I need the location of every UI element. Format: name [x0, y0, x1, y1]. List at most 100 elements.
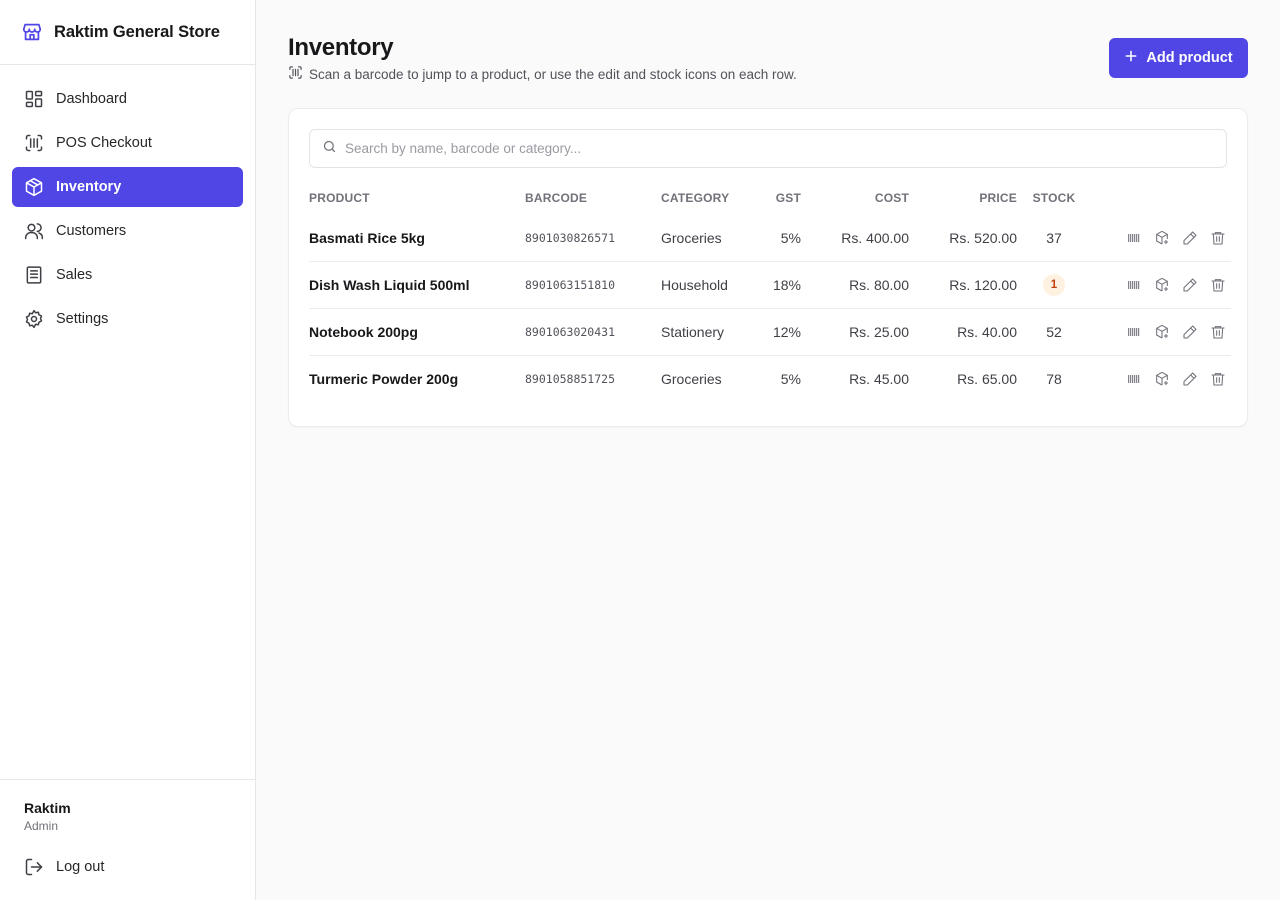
- product-gst: 18%: [765, 260, 801, 308]
- product-cost: Rs. 80.00: [801, 260, 909, 308]
- page-subtitle: Scan a barcode to jump to a product, or …: [288, 65, 797, 83]
- product-barcode: 8901063020431: [525, 307, 661, 355]
- table-row: Basmati Rice 5kg 8901030826571 Groceries…: [309, 215, 1231, 261]
- product-stock: 37: [1046, 229, 1062, 246]
- stock-adjust-icon[interactable]: [1153, 276, 1171, 294]
- page-title: Inventory: [288, 34, 394, 61]
- column-header-category[interactable]: CATEGORY: [661, 181, 765, 215]
- edit-icon[interactable]: [1181, 323, 1199, 341]
- add-product-button[interactable]: Add product: [1109, 38, 1248, 78]
- receipt-icon: [24, 265, 44, 285]
- sidebar-item-inventory[interactable]: Inventory: [12, 167, 243, 207]
- product-price: Rs. 65.00: [909, 354, 1017, 402]
- product-name: Notebook 200pg: [309, 307, 525, 355]
- product-price: Rs. 40.00: [909, 307, 1017, 355]
- sidebar-item-label: Inventory: [56, 179, 122, 195]
- stock-adjust-icon[interactable]: [1153, 323, 1171, 341]
- product-cost: Rs. 400.00: [841, 229, 909, 246]
- row-actions: [1091, 215, 1231, 261]
- plus-icon: [1124, 49, 1138, 67]
- column-header-barcode[interactable]: BARCODE: [525, 181, 661, 215]
- search-box: [309, 129, 1227, 168]
- delete-icon[interactable]: [1209, 323, 1227, 341]
- search-input[interactable]: [345, 141, 1226, 156]
- product-stock: 52: [1017, 307, 1091, 355]
- user-name: Raktim: [24, 800, 71, 816]
- product-price: Rs. 120.00: [909, 260, 1017, 308]
- product-name: Dish Wash Liquid 500ml: [309, 260, 525, 308]
- store-icon: [20, 20, 44, 44]
- product-barcode: 8901030826571: [525, 230, 616, 245]
- sidebar-nav: Dashboard POS Checkout Inventory Custome…: [0, 65, 255, 353]
- user-role: Admin: [24, 819, 59, 833]
- edit-icon[interactable]: [1181, 276, 1199, 294]
- row-actions: [1091, 354, 1231, 402]
- dashboard-icon: [24, 89, 44, 109]
- column-header-product[interactable]: PRODUCT: [309, 181, 525, 215]
- low-stock-badge: 1: [1043, 273, 1065, 296]
- product-category: Groceries: [661, 354, 765, 402]
- edit-icon[interactable]: [1181, 229, 1199, 247]
- subtitle-text: Scan a barcode to jump to a product, or …: [309, 66, 797, 82]
- row-actions: [1091, 260, 1231, 308]
- logout-button[interactable]: Log out: [24, 857, 231, 877]
- table-row: Turmeric Powder 200g 8901058851725 Groce…: [309, 354, 1231, 402]
- barcode-icon[interactable]: [1125, 370, 1143, 388]
- table-row: Notebook 200pg 8901063020431 Stationery …: [309, 307, 1231, 355]
- sidebar-item-label: POS Checkout: [56, 135, 152, 151]
- product-price: Rs. 520.00: [949, 229, 1017, 246]
- brand-header: Raktim General Store: [0, 0, 255, 65]
- column-header-price[interactable]: PRICE: [909, 181, 1017, 215]
- barcode-icon[interactable]: [1125, 276, 1143, 294]
- sidebar-item-settings[interactable]: Settings: [12, 299, 243, 339]
- product-cost: Rs. 45.00: [801, 354, 909, 402]
- main-content: Inventory Scan a barcode to jump to a pr…: [256, 0, 1280, 900]
- column-header-gst[interactable]: GST: [765, 181, 801, 215]
- product-gst: 12%: [765, 307, 801, 355]
- sidebar-item-label: Customers: [56, 223, 127, 239]
- inventory-table: PRODUCT BARCODE CATEGORY GST COST PRICE …: [309, 181, 1231, 402]
- table-row: Dish Wash Liquid 500ml 8901063151810 Hou…: [309, 260, 1231, 308]
- product-cost: Rs. 25.00: [801, 307, 909, 355]
- table-header-row: PRODUCT BARCODE CATEGORY GST COST PRICE …: [309, 181, 1231, 215]
- scan-icon: [288, 65, 303, 83]
- product-barcode: 8901058851725: [525, 354, 661, 402]
- sidebar-item-label: Dashboard: [56, 91, 127, 107]
- logout-label: Log out: [56, 859, 105, 875]
- delete-icon[interactable]: [1209, 276, 1227, 294]
- column-header-stock[interactable]: STOCK: [1017, 181, 1091, 215]
- sidebar-item-label: Sales: [56, 267, 93, 283]
- stock-adjust-icon[interactable]: [1153, 370, 1171, 388]
- sidebar-item-pos-checkout[interactable]: POS Checkout: [12, 123, 243, 163]
- product-stock: 78: [1017, 354, 1091, 402]
- delete-icon[interactable]: [1209, 229, 1227, 247]
- product-name: Basmati Rice 5kg: [309, 229, 425, 246]
- sidebar-item-label: Settings: [56, 311, 109, 327]
- add-product-label: Add product: [1146, 50, 1233, 66]
- product-gst: 5%: [765, 354, 801, 402]
- users-icon: [24, 221, 44, 241]
- product-category: Household: [661, 260, 765, 308]
- stock-adjust-icon[interactable]: [1153, 229, 1171, 247]
- edit-icon[interactable]: [1181, 370, 1199, 388]
- sidebar-item-dashboard[interactable]: Dashboard: [12, 79, 243, 119]
- logout-icon: [24, 857, 44, 877]
- inventory-card: PRODUCT BARCODE CATEGORY GST COST PRICE …: [288, 108, 1248, 427]
- sidebar-item-customers[interactable]: Customers: [12, 211, 243, 251]
- column-header-actions: [1091, 181, 1231, 215]
- product-stock: 1: [1017, 260, 1091, 308]
- delete-icon[interactable]: [1209, 370, 1227, 388]
- row-actions: [1091, 307, 1231, 355]
- product-gst: 5%: [780, 229, 801, 246]
- search-icon: [322, 139, 337, 159]
- barcode-icon[interactable]: [1125, 229, 1143, 247]
- sidebar: Raktim General Store Dashboard POS Check…: [0, 0, 256, 900]
- product-category: Groceries: [661, 229, 722, 246]
- brand-name: Raktim General Store: [54, 22, 220, 41]
- package-icon: [24, 177, 44, 197]
- barcode-icon[interactable]: [1125, 323, 1143, 341]
- sidebar-footer: Raktim Admin Log out: [0, 779, 255, 900]
- sidebar-item-sales[interactable]: Sales: [12, 255, 243, 295]
- product-category: Stationery: [661, 307, 765, 355]
- column-header-cost[interactable]: COST: [801, 181, 909, 215]
